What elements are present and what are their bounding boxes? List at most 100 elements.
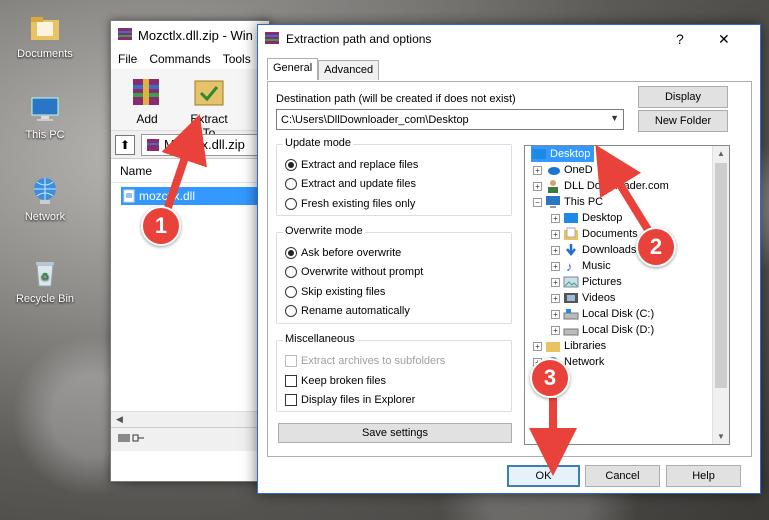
tree-node-label: Pictures bbox=[582, 276, 622, 288]
chevron-down-icon[interactable]: ▼ bbox=[610, 113, 619, 123]
desktop-icon-documents[interactable]: Documents bbox=[5, 12, 85, 60]
desktop-icon-label: This PC bbox=[25, 129, 65, 141]
tree-node-label: Network bbox=[564, 356, 605, 368]
checkbox bbox=[285, 355, 297, 367]
option-label: Extract archives to subfolders bbox=[301, 355, 446, 367]
expand-icon[interactable]: + bbox=[551, 309, 560, 319]
tree-node-onedrive[interactable]: + OneD bbox=[533, 162, 593, 178]
tree-node-pc-desktop[interactable]: + Desktop bbox=[551, 210, 622, 226]
scrollbar-thumb[interactable] bbox=[715, 163, 727, 388]
scroll-down-icon[interactable]: ▼ bbox=[717, 432, 725, 441]
option-label: Extract and update files bbox=[301, 178, 416, 190]
tab-general[interactable]: General bbox=[267, 58, 319, 80]
dialog-tabs: General Advanced bbox=[267, 58, 380, 80]
expand-icon[interactable]: + bbox=[551, 325, 560, 335]
folder-tree[interactable]: Desktop + OneD + DLL Downloader.com − Th… bbox=[524, 145, 730, 445]
tree-node-downloads[interactable]: + Downloads bbox=[551, 242, 636, 258]
tree-node-local-disk-c[interactable]: + Local Disk (C:) bbox=[551, 306, 654, 322]
checkbox[interactable] bbox=[285, 394, 297, 406]
menu-commands[interactable]: Commands bbox=[149, 52, 210, 66]
computer-icon bbox=[29, 93, 61, 125]
radio-button[interactable] bbox=[285, 178, 297, 190]
help-button[interactable]: Help bbox=[666, 465, 741, 487]
scroll-up-icon[interactable]: ▲ bbox=[717, 149, 725, 158]
step-1-badge: 1 bbox=[141, 206, 181, 246]
expand-icon[interactable]: + bbox=[533, 341, 542, 351]
display-button[interactable]: Display bbox=[638, 86, 728, 108]
radio-extract-update[interactable]: Extract and update files bbox=[285, 178, 416, 190]
up-folder-button[interactable]: ⬆ bbox=[115, 134, 135, 155]
update-mode-group: Update mode Extract and replace files Ex… bbox=[276, 137, 512, 216]
radio-extract-replace[interactable]: Extract and replace files bbox=[285, 159, 418, 171]
desktop-icon-network[interactable]: Network bbox=[5, 175, 85, 223]
archive-path-field[interactable]: Mozctlx.dll.zip bbox=[141, 133, 265, 156]
menu-tools[interactable]: Tools bbox=[223, 52, 251, 66]
tree-node-pictures[interactable]: + Pictures bbox=[551, 274, 622, 290]
archive-path-text: Mozctlx.dll.zip bbox=[164, 137, 245, 152]
cancel-button[interactable]: Cancel bbox=[585, 465, 660, 487]
horizontal-scrollbar[interactable]: ◀ bbox=[111, 411, 269, 427]
tree-node-label: Desktop bbox=[582, 212, 623, 224]
file-name: mozctlx.dll bbox=[139, 189, 196, 203]
tab-advanced[interactable]: Advanced bbox=[318, 60, 380, 80]
save-settings-button[interactable]: Save settings bbox=[278, 423, 512, 443]
radio-overwrite-without-prompt[interactable]: Overwrite without prompt bbox=[285, 266, 423, 278]
desktop-icon-recycle-bin[interactable]: ♻ Recycle Bin bbox=[5, 257, 85, 305]
ok-button[interactable]: OK bbox=[507, 465, 580, 487]
tree-node-videos[interactable]: + Videos bbox=[551, 290, 615, 306]
tree-node-this-pc[interactable]: − This PC bbox=[533, 194, 603, 210]
option-label: Overwrite without prompt bbox=[301, 266, 424, 278]
winrar-toolbar: Add Extract To bbox=[111, 69, 269, 140]
expand-icon[interactable]: + bbox=[551, 261, 560, 271]
overwrite-mode-group: Overwrite mode Ask before overwrite Over… bbox=[276, 225, 512, 324]
tree-vertical-scrollbar[interactable]: ▲ ▼ bbox=[712, 146, 729, 444]
column-header-name[interactable]: Name bbox=[111, 159, 269, 183]
tree-node-desktop-root[interactable]: Desktop bbox=[531, 146, 595, 162]
check-keep-broken-files[interactable]: Keep broken files bbox=[285, 375, 386, 387]
expand-icon[interactable]: + bbox=[551, 277, 560, 287]
option-label: Display files in Explorer bbox=[301, 394, 416, 406]
expand-icon[interactable]: + bbox=[551, 245, 560, 255]
radio-button[interactable] bbox=[285, 305, 297, 317]
new-folder-button[interactable]: New Folder bbox=[638, 110, 728, 132]
radio-rename-automatically[interactable]: Rename automatically bbox=[285, 305, 410, 317]
up-arrow-icon: ⬆ bbox=[119, 137, 131, 152]
destination-path-combobox[interactable]: C:\Users\DllDownloader_com\Desktop ▼ bbox=[276, 109, 624, 130]
collapse-icon[interactable]: − bbox=[533, 197, 542, 207]
file-row[interactable]: mozctlx.dll bbox=[121, 187, 261, 205]
radio-button[interactable] bbox=[285, 247, 297, 259]
expand-icon[interactable]: + bbox=[551, 229, 560, 239]
radio-button[interactable] bbox=[285, 159, 297, 171]
download-arrow-icon bbox=[563, 243, 579, 257]
radio-button[interactable] bbox=[285, 266, 297, 278]
tree-node-dll-downloader[interactable]: + DLL Downloader.com bbox=[533, 178, 669, 194]
radio-fresh-existing[interactable]: Fresh existing files only bbox=[285, 198, 415, 210]
documents-folder-icon bbox=[563, 227, 579, 241]
radio-button[interactable] bbox=[285, 286, 297, 298]
tree-node-libraries[interactable]: + Libraries bbox=[533, 338, 606, 354]
destination-path-label: Destination path (will be created if doe… bbox=[276, 93, 516, 105]
desktop-folder-icon bbox=[531, 147, 547, 161]
expand-icon[interactable]: + bbox=[533, 181, 542, 191]
radio-skip-existing[interactable]: Skip existing files bbox=[285, 286, 385, 298]
expand-icon[interactable]: + bbox=[551, 213, 560, 223]
expand-icon[interactable]: + bbox=[551, 293, 560, 303]
help-title-button[interactable]: ? bbox=[676, 31, 684, 47]
extract-to-button[interactable]: Extract To bbox=[183, 73, 235, 140]
check-display-in-explorer[interactable]: Display files in Explorer bbox=[285, 394, 415, 406]
radio-ask-before-overwrite[interactable]: Ask before overwrite bbox=[285, 247, 401, 259]
dialog-title: Extraction path and options bbox=[286, 32, 432, 46]
desktop-icon-this-pc[interactable]: This PC bbox=[5, 93, 85, 141]
tree-node-local-disk-d[interactable]: + Local Disk (D:) bbox=[551, 322, 654, 338]
add-archive-icon bbox=[127, 75, 167, 109]
close-button[interactable]: ✕ bbox=[718, 31, 730, 48]
add-button[interactable]: Add bbox=[121, 73, 173, 126]
tree-node-documents[interactable]: + Documents bbox=[551, 226, 638, 242]
expand-icon[interactable]: + bbox=[533, 165, 542, 175]
menu-file[interactable]: File bbox=[118, 52, 137, 66]
radio-button[interactable] bbox=[285, 198, 297, 210]
overwrite-mode-title: Overwrite mode bbox=[283, 225, 365, 237]
checkbox[interactable] bbox=[285, 375, 297, 387]
computer-icon bbox=[545, 195, 561, 209]
tree-node-music[interactable]: + ♪ Music bbox=[551, 258, 611, 274]
